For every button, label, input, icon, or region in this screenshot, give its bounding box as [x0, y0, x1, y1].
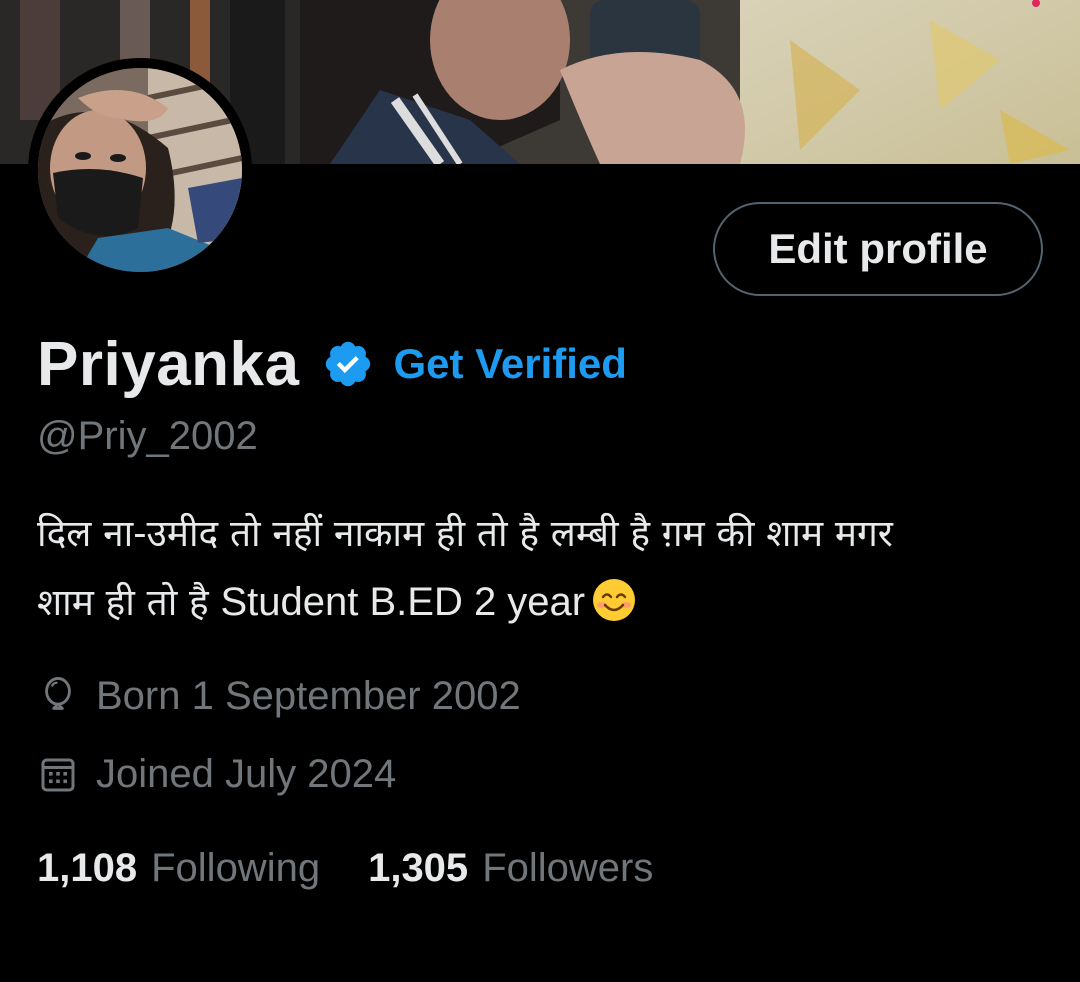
edit-profile-button[interactable]: Edit profile	[713, 202, 1043, 296]
name-row: Priyanka Get Verified	[37, 324, 627, 404]
balloon-icon	[40, 676, 76, 717]
following-count: 1,108	[37, 846, 138, 890]
joined-text: Joined July 2024	[96, 752, 397, 796]
following-link[interactable]: 1,108 Following	[37, 846, 320, 891]
bio-line-2: शाम ही तो है Student B.ED 2 year	[37, 568, 1057, 637]
verified-badge-icon[interactable]	[322, 338, 374, 390]
bio-line-1: दिल ना-उमीद तो नहीं नाकाम ही तो है लम्बी…	[37, 512, 893, 555]
user-handle: @Priy_2002	[37, 414, 258, 458]
birthday-text: Born 1 September 2002	[96, 674, 521, 718]
bio-latin-part: Student B.ED 2 year	[220, 580, 586, 624]
followers-count: 1,305	[368, 846, 469, 890]
followers-label: Followers	[482, 846, 654, 890]
calendar-icon	[40, 755, 76, 795]
smiling-face-emoji-icon	[591, 577, 637, 623]
followers-link[interactable]: 1,305 Followers	[368, 846, 653, 891]
display-name: Priyanka	[37, 329, 300, 399]
bio: दिल ना-उमीद तो नहीं नाकाम ही तो है लम्बी…	[37, 500, 1057, 637]
profile-page: Edit profile Priyanka Get Verified @Priy…	[0, 0, 1080, 982]
birthday-row: Born 1 September 2002	[40, 674, 521, 719]
avatar[interactable]	[28, 58, 252, 282]
following-label: Following	[151, 846, 321, 890]
follow-stats: 1,108 Following 1,305 Followers	[37, 846, 653, 891]
bio-hindi-part: शाम ही तो है	[37, 581, 221, 624]
get-verified-link[interactable]: Get Verified	[394, 340, 627, 388]
joined-row: Joined July 2024	[40, 752, 396, 797]
avatar-image	[38, 68, 242, 272]
